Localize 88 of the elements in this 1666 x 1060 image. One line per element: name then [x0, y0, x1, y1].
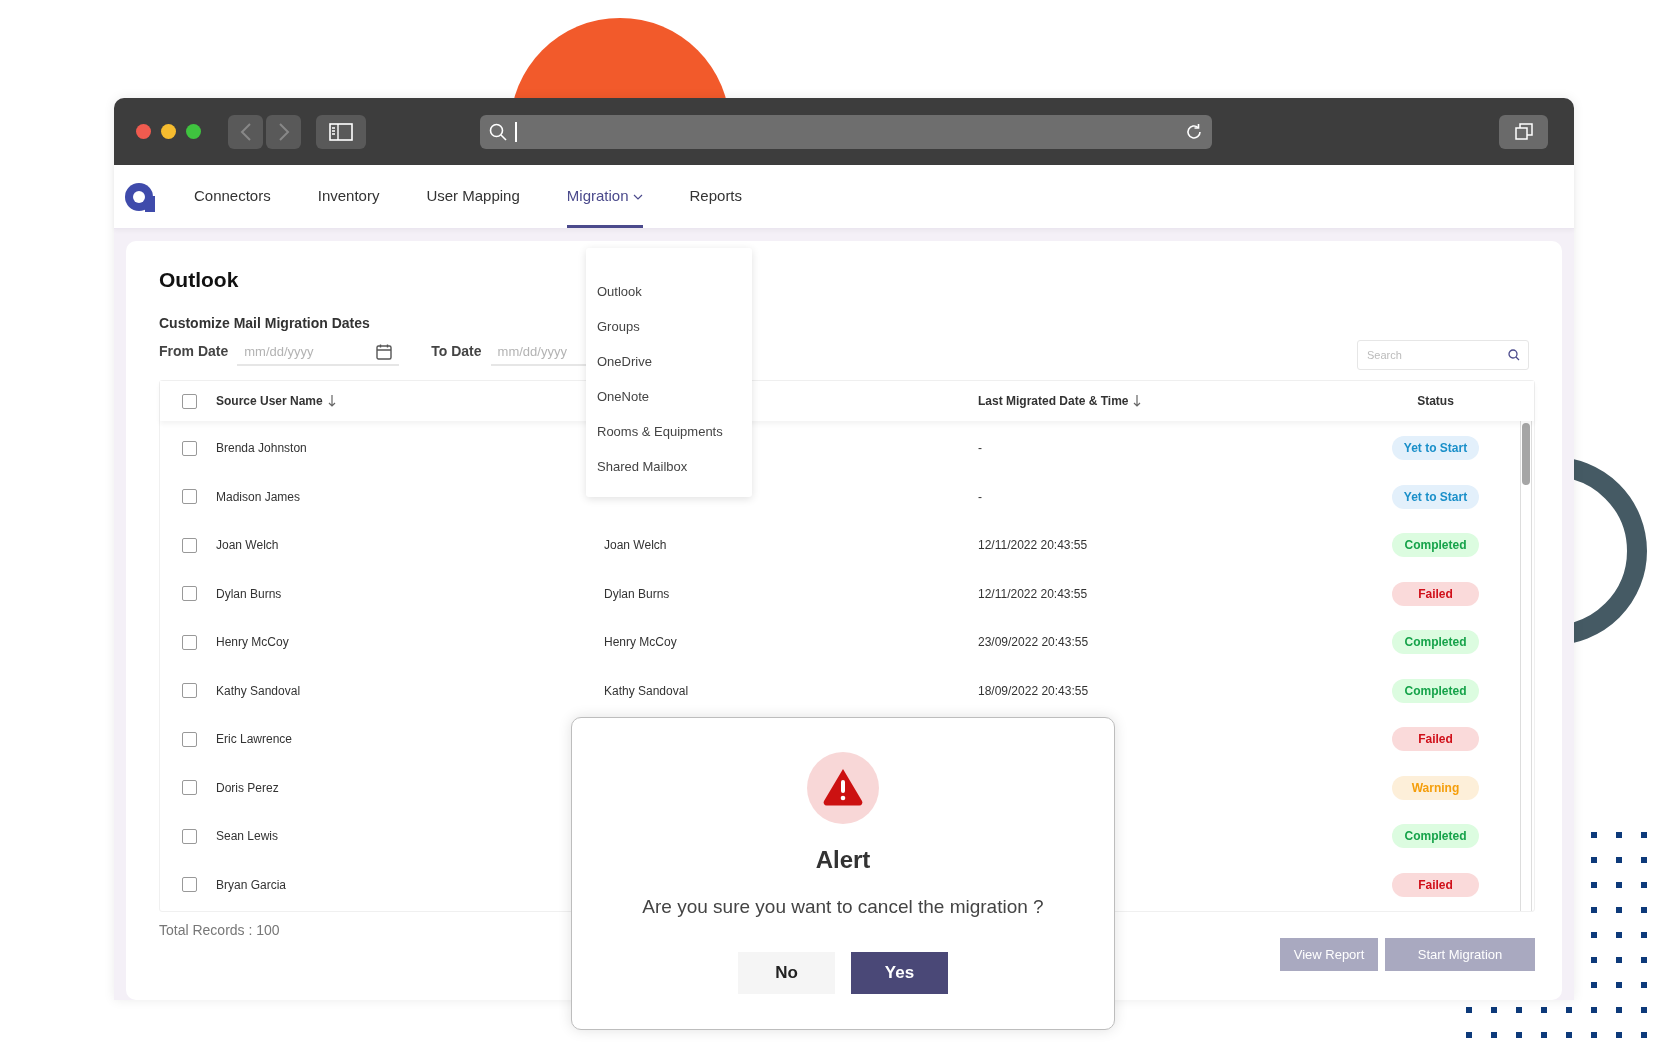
select-all-checkbox[interactable] [182, 393, 197, 409]
sidebar-icon [329, 122, 353, 141]
row-checkbox[interactable] [182, 877, 197, 893]
calendar-icon[interactable] [376, 344, 393, 360]
forward-button[interactable] [266, 114, 301, 149]
back-button[interactable] [228, 114, 263, 149]
dialog-title: Alert [815, 845, 871, 875]
sort-arrow-icon[interactable] [1133, 395, 1142, 407]
dialog-message: Are you sure you want to cancel the migration ? [642, 895, 1044, 919]
chevron-down-icon [632, 193, 643, 200]
table-cell-text: Kathy Sandoval [604, 682, 689, 700]
table-cell-text: Dylan Burns [604, 585, 670, 603]
menu-item[interactable]: OneNote [586, 379, 752, 414]
table-cell-text: - [978, 488, 982, 506]
table-cell-text: 12/11/2022 20:43:55 [978, 585, 1088, 603]
nav-tab[interactable]: Migration [566, 165, 643, 228]
row-checkbox[interactable] [182, 683, 197, 699]
status-badge: Warning [1392, 775, 1479, 800]
nav-tab[interactable]: Inventory [317, 165, 380, 228]
table-cell-text: Joan Welch [216, 537, 279, 555]
row-checkbox[interactable] [182, 537, 197, 553]
table-cell-text: 12/11/2022 20:43:55 [978, 537, 1088, 555]
row-checkbox[interactable] [182, 731, 197, 747]
field-label: To Date [431, 342, 482, 361]
close-window-button[interactable] [136, 124, 151, 139]
table-cell-text: Madison James [216, 488, 301, 506]
chevron-left-icon [239, 122, 252, 141]
section-heading: Customize Mail Migration Dates [159, 314, 370, 333]
table-cell-text: Dylan Burns [216, 585, 282, 603]
maximize-window-button[interactable] [186, 124, 201, 139]
status-badge: Failed [1392, 872, 1479, 897]
address-bar[interactable] [480, 114, 1212, 149]
minimize-window-button[interactable] [161, 124, 176, 139]
sort-arrow-icon[interactable] [327, 395, 336, 407]
table-cell-text: Doris Perez [216, 779, 279, 797]
dialog-button[interactable]: Yes [851, 951, 948, 994]
menu-item[interactable]: Rooms & Equipments [586, 414, 752, 449]
search-icon [489, 122, 507, 141]
table-cell-text: Sean Lewis [216, 828, 279, 846]
status-badge: Completed [1392, 630, 1479, 655]
row-checkbox[interactable] [182, 780, 197, 796]
scrollbar-thumb[interactable] [1522, 423, 1530, 485]
dialog-button[interactable]: No [738, 951, 835, 994]
table-cell-text: Brenda Johnston [216, 440, 307, 458]
warning-icon [807, 752, 879, 824]
overlapping-squares-icon [1514, 122, 1533, 141]
row-checkbox[interactable] [182, 440, 197, 456]
scrollbar[interactable] [1520, 421, 1532, 911]
row-checkbox[interactable] [182, 489, 197, 505]
status-badge: Failed [1392, 727, 1479, 752]
text-cursor [515, 121, 517, 142]
status-badge: Yet to Start [1392, 436, 1479, 461]
field-label: From Date [159, 342, 229, 361]
status-badge: Completed [1392, 824, 1479, 849]
status-badge: Yet to Start [1392, 484, 1479, 509]
tabs-button[interactable] [1499, 114, 1548, 149]
status-badge: Failed [1392, 581, 1479, 606]
date-field[interactable]: mm/dd/yyyy [237, 338, 400, 366]
status-badge: Completed [1392, 678, 1479, 703]
table-cell-text: Henry McCoy [216, 634, 289, 652]
total-records-text: Total Records : 100 [159, 921, 280, 940]
nav-tab[interactable]: Connectors [194, 165, 271, 228]
page-title: Outlook [159, 267, 239, 293]
nav-tab[interactable]: User Mapping [426, 165, 520, 228]
reload-icon[interactable] [1185, 122, 1203, 141]
menu-item[interactable]: Outlook [586, 274, 752, 309]
search-icon[interactable] [1508, 349, 1520, 361]
row-checkbox[interactable] [182, 586, 197, 602]
table-cell-text: Kathy Sandoval [216, 682, 301, 700]
table-cell-text: 23/09/2022 20:43:55 [978, 634, 1089, 652]
column-header[interactable]: Source User Name [216, 392, 323, 410]
column-header: Status [1417, 393, 1454, 410]
table-cell-text: Eric Lawrence [216, 731, 293, 749]
table-cell-text: Bryan Garcia [216, 876, 287, 894]
status-badge: Completed [1392, 533, 1479, 558]
table-cell-text: Henry McCoy [604, 634, 677, 652]
sidebar-toggle-button[interactable] [316, 114, 366, 149]
chevron-right-icon [277, 122, 290, 141]
table-cell-text: 18/09/2022 20:43:55 [978, 682, 1089, 700]
logo-icon [124, 181, 156, 212]
search-field[interactable]: Search [1357, 340, 1529, 370]
column-header[interactable]: Last Migrated Date & Time [978, 392, 1129, 410]
table-cell-text: - [978, 440, 982, 458]
row-checkbox[interactable] [182, 634, 197, 650]
menu-item[interactable]: Shared Mailbox [586, 449, 752, 484]
nav-tab[interactable]: Reports [689, 165, 743, 228]
row-checkbox[interactable] [182, 828, 197, 844]
table-cell-text: Joan Welch [604, 537, 667, 555]
